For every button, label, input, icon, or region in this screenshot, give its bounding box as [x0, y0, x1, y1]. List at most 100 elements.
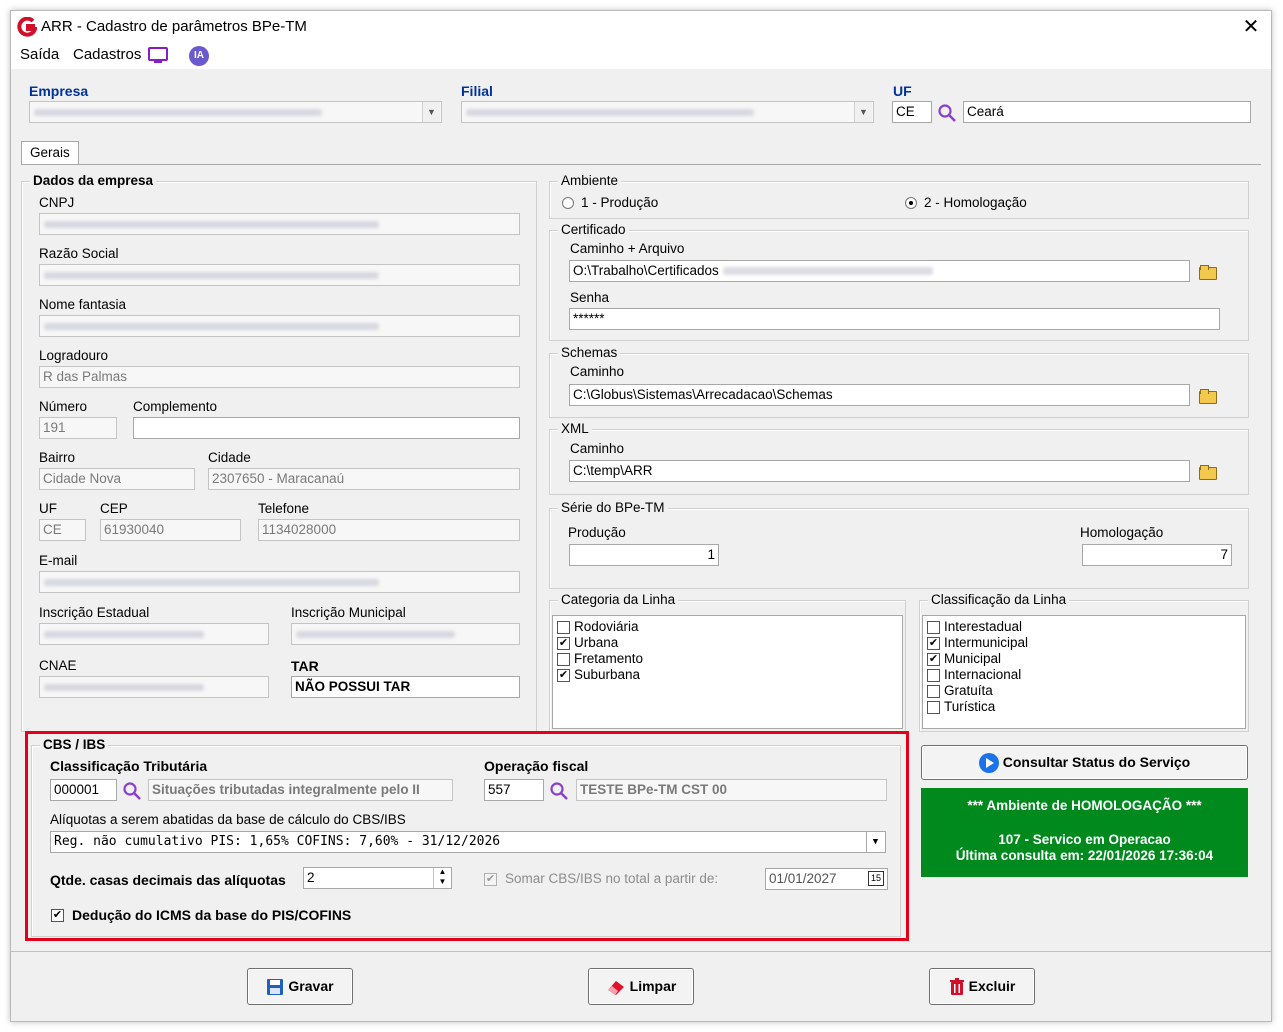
- play-icon: [978, 753, 999, 774]
- floppy-disk-icon: [267, 979, 284, 996]
- search-icon[interactable]: [937, 103, 957, 123]
- schemas-caminho-input[interactable]: C:\Globus\Sistemas\Arrecadacao\Schemas: [569, 384, 1190, 406]
- serie-producao-label: Produção: [568, 525, 626, 540]
- cert-caminho-input[interactable]: O:\Trabalho\Certificados: [569, 260, 1190, 282]
- fantasia-input[interactable]: [39, 315, 520, 337]
- checkbox[interactable]: [557, 653, 570, 666]
- gravar-label: Gravar: [288, 978, 334, 994]
- list-item-label: Intermunicipal: [944, 635, 1029, 650]
- tar-input[interactable]: NÃO POSSUI TAR: [291, 676, 520, 698]
- ie-label: Inscrição Estadual: [39, 605, 150, 620]
- checkbox[interactable]: ✔: [557, 669, 570, 682]
- telefone-input[interactable]: 1134028000: [258, 519, 520, 541]
- uf-code-input[interactable]: CE: [892, 101, 932, 123]
- email-label: E-mail: [39, 553, 78, 568]
- radio-producao[interactable]: [562, 197, 574, 209]
- menu-bar: Saída Cadastros IA: [11, 43, 1271, 69]
- categoria-title: Categoria da Linha: [558, 592, 679, 607]
- cep-label: CEP: [100, 501, 128, 516]
- list-item-label: Urbana: [574, 635, 619, 650]
- serie-homologacao-label: Homologação: [1080, 525, 1164, 540]
- checkbox[interactable]: [927, 669, 940, 682]
- menu-saida[interactable]: Saída: [20, 46, 59, 63]
- limpar-label: Limpar: [629, 978, 677, 994]
- list-item-label: Turística: [944, 699, 996, 714]
- ie-input[interactable]: [39, 623, 269, 645]
- schemas-title: Schemas: [558, 345, 621, 360]
- classificacao-title: Classificação da Linha: [928, 592, 1070, 607]
- chevron-down-icon[interactable]: ▼: [422, 102, 440, 122]
- checkbox[interactable]: ✔: [927, 637, 940, 650]
- certificado-title: Certificado: [558, 222, 629, 237]
- xml-caminho-input[interactable]: C:\temp\ARR: [569, 460, 1190, 482]
- cep-input[interactable]: 61930040: [100, 519, 241, 541]
- tar-label: TAR: [291, 658, 319, 674]
- window-title: ARR - Cadastro de parâmetros BPe-TM: [41, 18, 307, 35]
- checkbox[interactable]: [557, 621, 570, 634]
- cnpj-input[interactable]: [39, 213, 520, 235]
- empresa-select[interactable]: ▼: [29, 101, 442, 123]
- uf-name-input[interactable]: Ceará: [963, 101, 1251, 123]
- bairro-input[interactable]: Cidade Nova: [39, 468, 195, 490]
- limpar-button[interactable]: Limpar: [588, 968, 694, 1005]
- razao-input[interactable]: [39, 264, 520, 286]
- schemas-caminho-label: Caminho: [570, 364, 625, 379]
- main-window: ARR - Cadastro de parâmetros BPe-TM ✕ Sa…: [10, 10, 1272, 1022]
- complemento-input[interactable]: [133, 417, 520, 439]
- cnae-label: CNAE: [39, 658, 77, 673]
- logradouro-input[interactable]: R das Palmas: [39, 366, 520, 388]
- numero-input[interactable]: 191: [39, 417, 117, 439]
- categoria-list: Rodoviária ✔ Urbana Fretamento ✔ Suburbana: [552, 615, 903, 729]
- cnpj-label: CNPJ: [39, 195, 75, 210]
- fantasia-label: Nome fantasia: [39, 297, 127, 312]
- close-icon[interactable]: ✕: [1239, 15, 1263, 39]
- senha-input[interactable]: ******: [569, 308, 1220, 330]
- chevron-down-icon[interactable]: ▼: [854, 102, 872, 122]
- checkbox[interactable]: ✔: [557, 637, 570, 650]
- list-item-label: Municipal: [944, 651, 1002, 666]
- checkbox[interactable]: ✔: [927, 653, 940, 666]
- excluir-button[interactable]: Excluir: [929, 968, 1035, 1005]
- filial-select[interactable]: ▼: [461, 101, 874, 123]
- im-label: Inscrição Municipal: [291, 605, 406, 620]
- tab-gerais[interactable]: Gerais: [21, 141, 79, 165]
- app-logo-icon: [17, 17, 37, 37]
- bairro-label: Bairro: [39, 450, 76, 465]
- list-item-label: Suburbana: [574, 667, 641, 682]
- ambiente-title: Ambiente: [558, 173, 622, 188]
- checkbox[interactable]: [927, 621, 940, 634]
- folder-open-icon[interactable]: [1199, 389, 1217, 404]
- email-input[interactable]: [39, 571, 520, 593]
- checkbox[interactable]: [927, 701, 940, 714]
- im-input[interactable]: [291, 623, 520, 645]
- logradouro-label: Logradouro: [39, 348, 109, 363]
- checkbox[interactable]: [927, 685, 940, 698]
- consultar-status-button[interactable]: Consultar Status do Serviço: [921, 745, 1248, 780]
- menu-cadastros[interactable]: Cadastros: [73, 46, 141, 63]
- consultar-status-label: Consultar Status do Serviço: [1002, 754, 1191, 770]
- highlight-frame: [25, 731, 909, 941]
- status-line-consulta: Última consulta em: 22/01/2026 17:36:04: [955, 848, 1214, 863]
- uf-field-input[interactable]: CE: [39, 519, 86, 541]
- uf-field-label: UF: [39, 501, 57, 516]
- title-bar: ARR - Cadastro de parâmetros BPe-TM ✕: [11, 11, 1271, 43]
- folder-open-icon[interactable]: [1199, 265, 1217, 280]
- excluir-label: Excluir: [968, 978, 1016, 994]
- folder-open-icon[interactable]: [1199, 465, 1217, 480]
- tab-divider: [21, 164, 1261, 165]
- trash-icon: [949, 978, 964, 996]
- serie-homologacao-input[interactable]: 7: [1082, 544, 1232, 566]
- uf-label: UF: [893, 83, 912, 99]
- monitor-icon[interactable]: [147, 47, 169, 65]
- list-item-label: Gratuíta: [944, 683, 993, 698]
- radio-producao-label: 1 - Produção: [581, 195, 659, 210]
- eraser-icon: [607, 981, 624, 996]
- radio-homologacao[interactable]: [905, 197, 917, 209]
- xml-caminho-label: Caminho: [570, 441, 625, 456]
- cnae-input[interactable]: [39, 676, 269, 698]
- list-item-label: Fretamento: [574, 651, 644, 666]
- ia-icon[interactable]: IA: [189, 46, 209, 66]
- cidade-input[interactable]: 2307650 - Maracanaú: [208, 468, 520, 490]
- serie-producao-input[interactable]: 1: [569, 544, 719, 566]
- gravar-button[interactable]: Gravar: [247, 968, 353, 1005]
